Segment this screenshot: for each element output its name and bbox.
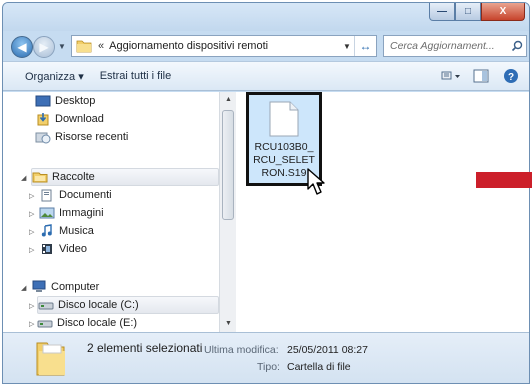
nav-item-label: Documenti — [59, 189, 112, 201]
video-icon — [39, 242, 55, 256]
recent-pages-dropdown[interactable]: ▼ — [58, 42, 68, 54]
nav-item-documents[interactable]: Documenti — [39, 186, 112, 204]
pictures-icon — [39, 206, 55, 220]
file-list: RCU103B0_ RCU_SELET RON.S19 — [237, 92, 529, 332]
expand-icon[interactable]: ▷ — [29, 210, 39, 218]
nav-item-recent[interactable]: Risorse recenti — [35, 128, 128, 146]
expand-icon[interactable]: ▷ — [29, 228, 39, 236]
command-bar: Organizza ▾ Estrai tutti i file ? — [3, 61, 529, 91]
minimize-button[interactable]: — — [429, 3, 455, 21]
computer-icon — [31, 280, 47, 294]
file-name-line: RCU_SELET — [253, 154, 315, 166]
collapse-icon[interactable]: ◢ — [21, 174, 31, 182]
svg-text:?: ? — [508, 72, 514, 83]
organize-button[interactable]: Organizza ▾ — [17, 70, 92, 83]
modified-label: Ultima modifica: — [204, 344, 279, 356]
recent-places-icon — [35, 130, 51, 144]
nav-item-download[interactable]: Download — [35, 110, 104, 128]
nav-item-label: Video — [59, 243, 87, 255]
forward-arrow-icon: ▶ — [39, 40, 49, 54]
nav-item-disk-c[interactable]: Disco locale (C:) — [37, 296, 219, 314]
expand-icon[interactable]: ▷ — [29, 246, 39, 254]
navigation-scrollbar[interactable]: ▲ ▼ — [219, 92, 236, 332]
nav-item-label: Computer — [51, 281, 100, 293]
folder-icon — [31, 339, 71, 379]
explorer-window: — □ X ◀ ▶ ▼ « Aggiornamento dispositivi … — [2, 2, 530, 384]
file-name-line: RCU103B0_ — [254, 141, 314, 153]
search-box[interactable]: Cerca Aggiornament... — [383, 35, 527, 57]
refresh-icon[interactable]: ↔ — [354, 36, 376, 56]
nav-item-label: Musica — [59, 225, 94, 237]
nav-item-music[interactable]: Musica — [39, 222, 94, 240]
preview-pane-icon[interactable] — [471, 68, 491, 84]
nav-item-video[interactable]: Video — [39, 240, 87, 258]
navigation-pane: Desktop Download Risorse recenti ◢ Racco — [3, 92, 219, 332]
help-icon[interactable]: ? — [501, 68, 521, 84]
documents-icon — [39, 188, 55, 202]
desktop-icon — [35, 94, 51, 108]
selection-summary: 2 elementi selezionati — [87, 341, 203, 355]
breadcrumb-separator[interactable]: « — [98, 40, 104, 52]
toolbar-right-group: ? — [441, 68, 521, 84]
caption-buttons: — □ X — [429, 3, 525, 21]
nav-item-label: Disco locale (C:) — [58, 299, 139, 311]
mouse-pointer-icon — [307, 168, 325, 195]
navigation-row: ◀ ▶ ▼ « Aggiornamento dispositivi remoti… — [3, 33, 529, 59]
folder-icon — [76, 39, 92, 53]
local-disk-icon — [37, 316, 53, 330]
nav-item-desktop[interactable]: Desktop — [35, 92, 95, 110]
maximize-button[interactable]: □ — [455, 3, 481, 21]
music-icon — [39, 224, 55, 238]
back-arrow-icon: ◀ — [17, 40, 27, 54]
details-pane: 2 elementi selezionati Ultima modifica: … — [3, 332, 529, 383]
search-icon[interactable] — [508, 40, 526, 52]
change-view-icon[interactable] — [441, 68, 461, 84]
nav-item-label: Raccolte — [52, 171, 95, 183]
scrollbar-thumb[interactable] — [222, 110, 234, 220]
nav-item-label: Desktop — [55, 95, 96, 107]
red-marker — [476, 172, 532, 188]
libraries-icon — [32, 170, 48, 184]
collapse-icon[interactable]: ◢ — [21, 284, 31, 292]
nav-item-libraries[interactable]: Raccolte — [31, 168, 219, 186]
type-value: Cartella di file — [287, 361, 351, 373]
breadcrumb-current[interactable]: Aggiornamento dispositivi remoti — [109, 40, 340, 52]
address-dropdown-icon[interactable]: ▼ — [340, 42, 354, 51]
title-bar: — □ X — [3, 3, 529, 31]
main-area: Desktop Download Risorse recenti ◢ Racco — [3, 92, 529, 332]
type-label: Tipo: — [257, 361, 280, 373]
nav-item-label: Immagini — [59, 207, 104, 219]
nav-item-pictures[interactable]: Immagini — [39, 204, 104, 222]
close-button[interactable]: X — [481, 3, 525, 21]
search-input[interactable]: Cerca Aggiornament... — [384, 40, 508, 52]
address-bar[interactable]: « Aggiornamento dispositivi remoti ▼ ↔ — [71, 35, 377, 57]
scroll-up-icon[interactable]: ▲ — [220, 92, 237, 108]
expand-icon[interactable]: ▷ — [29, 192, 39, 200]
nav-item-label: Risorse recenti — [55, 131, 129, 143]
nav-item-computer[interactable]: Computer — [31, 278, 99, 296]
nav-item-label: Disco locale (E:) — [57, 317, 138, 329]
forward-button[interactable]: ▶ — [33, 36, 55, 58]
file-icon — [269, 101, 299, 137]
nav-item-disk-e[interactable]: Disco locale (E:) — [37, 314, 137, 332]
back-button[interactable]: ◀ — [11, 36, 33, 58]
local-disk-icon — [38, 298, 54, 312]
modified-value: 25/05/2011 08:27 — [287, 344, 368, 356]
download-folder-icon — [35, 112, 51, 126]
nav-item-label: Download — [55, 113, 104, 125]
extract-all-button[interactable]: Estrai tutti i file — [92, 70, 180, 82]
scroll-down-icon[interactable]: ▼ — [220, 316, 237, 332]
